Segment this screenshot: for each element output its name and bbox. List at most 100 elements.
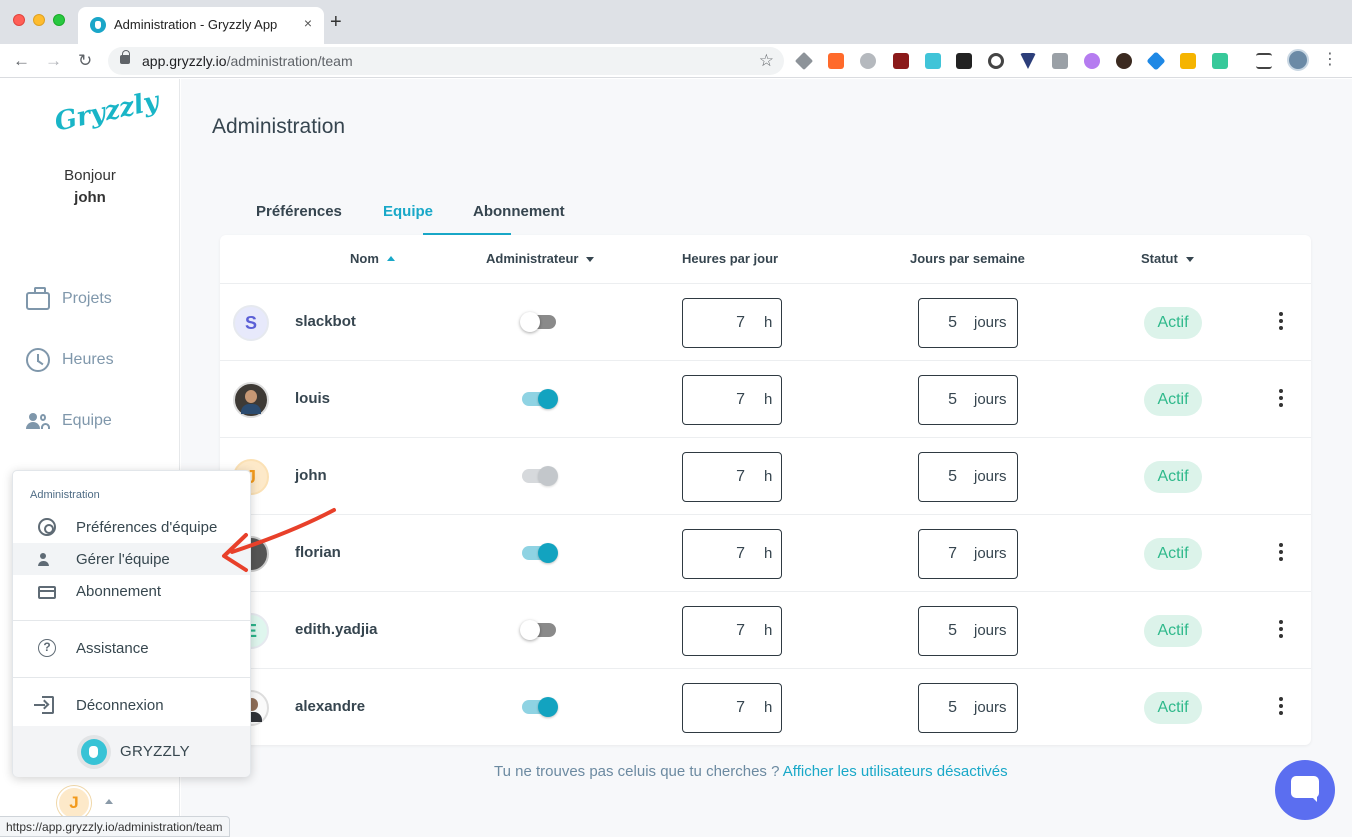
column-header-heures: Heures par jour bbox=[682, 251, 779, 266]
back-icon[interactable]: ← bbox=[13, 51, 30, 71]
note-icon[interactable] bbox=[1180, 53, 1196, 69]
drive-icon[interactable] bbox=[794, 51, 814, 71]
sort-desc-icon bbox=[586, 257, 595, 262]
tab-close-icon[interactable]: × bbox=[304, 15, 312, 31]
menu-item-assistance[interactable]: ? Assistance bbox=[13, 632, 250, 664]
css-icon[interactable] bbox=[1052, 53, 1068, 69]
ublock-icon[interactable] bbox=[893, 53, 909, 69]
sidebar-item-equipe[interactable]: Equipe bbox=[26, 408, 112, 434]
profile-avatar[interactable] bbox=[1287, 49, 1309, 71]
feather-icon[interactable] bbox=[1084, 53, 1100, 69]
user-name: florian bbox=[295, 544, 341, 561]
hours-per-day-input[interactable]: 7h bbox=[682, 683, 782, 733]
box-icon[interactable] bbox=[1146, 51, 1166, 71]
reload-icon[interactable]: ↻ bbox=[78, 51, 92, 71]
user-avatar[interactable]: J bbox=[57, 786, 91, 820]
playlist-icon[interactable] bbox=[1256, 53, 1272, 69]
admin-toggle[interactable] bbox=[522, 389, 558, 409]
tab-abonnement[interactable]: Abonnement bbox=[473, 203, 565, 220]
notion-icon[interactable] bbox=[1212, 53, 1228, 69]
web-icon[interactable] bbox=[988, 53, 1004, 69]
menu-item-logout[interactable]: Déconnexion bbox=[13, 689, 250, 721]
sidebar-item-heures[interactable]: Heures bbox=[26, 347, 114, 373]
table-row: E edith.yadjia 7h 5jours Actif bbox=[220, 591, 1311, 668]
menu-item-manage-team[interactable]: Gérer l'équipe bbox=[13, 543, 250, 575]
days-per-week-input[interactable]: 5 jours bbox=[918, 606, 1018, 656]
days-per-week-input[interactable]: 5 jours bbox=[918, 452, 1018, 502]
admin-toggle[interactable] bbox=[522, 543, 558, 563]
column-header-statut[interactable]: Statut bbox=[1141, 251, 1194, 266]
page-title: Administration bbox=[212, 115, 346, 138]
chat-icon[interactable] bbox=[860, 53, 876, 69]
user-avatar bbox=[233, 382, 269, 418]
row-menu-icon[interactable] bbox=[1278, 389, 1284, 409]
admin-toggle[interactable] bbox=[520, 620, 556, 640]
zapier-icon[interactable] bbox=[828, 53, 844, 69]
hours-per-day-input[interactable]: 7h bbox=[682, 452, 782, 502]
status-badge: Actif bbox=[1144, 461, 1202, 493]
help-icon: ? bbox=[38, 639, 56, 657]
column-header-nom[interactable]: Nom bbox=[350, 251, 395, 266]
sidebar-item-projets[interactable]: Projets bbox=[26, 286, 112, 312]
maximize-window-button[interactable] bbox=[53, 14, 65, 26]
status-badge: Actif bbox=[1144, 384, 1202, 416]
menu-item-subscription[interactable]: Abonnement bbox=[13, 575, 250, 607]
vue-icon[interactable] bbox=[1020, 53, 1036, 69]
table-row: florian 7h 7 jours Actif bbox=[220, 514, 1311, 591]
column-header-administrateur[interactable]: Administrateur bbox=[486, 251, 595, 266]
sidebar-item-label: Heures bbox=[62, 351, 114, 368]
days-per-week-input[interactable]: 5 jours bbox=[918, 683, 1018, 733]
new-icon[interactable] bbox=[956, 53, 972, 69]
address-bar[interactable]: app.gryzzly.io/administration/team ☆ bbox=[108, 47, 784, 75]
tab-equipe[interactable]: Equipe bbox=[383, 203, 433, 220]
hours-per-day-input[interactable]: 7h bbox=[682, 375, 782, 425]
tab-title: Administration - Gryzzly App bbox=[114, 17, 278, 32]
column-header-jours: Jours par semaine bbox=[910, 251, 1025, 266]
browser-tab[interactable]: Administration - Gryzzly App × bbox=[78, 7, 324, 44]
status-badge: Actif bbox=[1144, 538, 1202, 570]
minimize-window-button[interactable] bbox=[33, 14, 45, 26]
new-tab-button[interactable]: + bbox=[330, 12, 342, 32]
sort-desc-icon bbox=[1185, 257, 1194, 262]
clock-icon bbox=[26, 348, 50, 372]
show-disabled-users-link[interactable]: Afficher les utilisateurs désactivés bbox=[783, 763, 1008, 780]
gryzzly-favicon-icon bbox=[90, 17, 106, 33]
sidebar-item-label: Equipe bbox=[62, 412, 112, 429]
company-switcher[interactable]: GRYZZLY bbox=[13, 726, 250, 777]
person-icon[interactable] bbox=[1116, 53, 1132, 69]
greeting-text: Bonjour bbox=[64, 167, 116, 184]
browser-menu-icon[interactable]: ⋮ bbox=[1322, 51, 1338, 69]
admin-toggle[interactable] bbox=[520, 312, 556, 332]
days-per-week-input[interactable]: 5 jours bbox=[918, 298, 1018, 348]
forward-icon[interactable]: → bbox=[45, 51, 62, 71]
bookmark-star-icon[interactable]: ☆ bbox=[759, 51, 774, 71]
hours-per-day-input[interactable]: 7h bbox=[682, 606, 782, 656]
row-menu-icon[interactable] bbox=[1278, 312, 1284, 332]
close-window-button[interactable] bbox=[13, 14, 25, 26]
menu-heading: Administration bbox=[30, 489, 100, 501]
sidebar-item-label: Projets bbox=[62, 290, 112, 307]
caret-up-icon[interactable] bbox=[105, 799, 113, 804]
status-bar-url: https://app.gryzzly.io/administration/te… bbox=[0, 816, 230, 837]
team-icon bbox=[26, 409, 50, 433]
tab-preferences[interactable]: Préférences bbox=[256, 203, 342, 220]
row-menu-icon[interactable] bbox=[1278, 543, 1284, 563]
row-menu-icon[interactable] bbox=[1278, 697, 1284, 717]
days-per-week-input[interactable]: 5 jours bbox=[918, 375, 1018, 425]
menu-item-team-preferences[interactable]: Préférences d'équipe bbox=[13, 511, 250, 543]
admin-toggle[interactable] bbox=[522, 697, 558, 717]
hours-per-day-input[interactable]: 7h bbox=[682, 298, 782, 348]
support-chat-button[interactable] bbox=[1275, 760, 1335, 820]
main-content: Administration Préférences Equipe Abonne… bbox=[181, 79, 1352, 837]
row-menu-icon[interactable] bbox=[1278, 620, 1284, 640]
gryzzly-logo[interactable]: Gryzzly bbox=[52, 86, 161, 137]
greeting-username: john bbox=[74, 189, 106, 206]
table-row: alexandre 7h 5 jours Actif bbox=[220, 668, 1311, 745]
sort-asc-icon bbox=[386, 256, 395, 261]
days-per-week-input[interactable]: 7 jours bbox=[918, 529, 1018, 579]
cube-icon[interactable] bbox=[925, 53, 941, 69]
hours-per-day-input[interactable]: 7h bbox=[682, 529, 782, 579]
table-row: S slackbot 7h 5 jours Actif bbox=[220, 283, 1311, 360]
user-name: alexandre bbox=[295, 698, 366, 715]
briefcase-icon bbox=[26, 287, 50, 310]
